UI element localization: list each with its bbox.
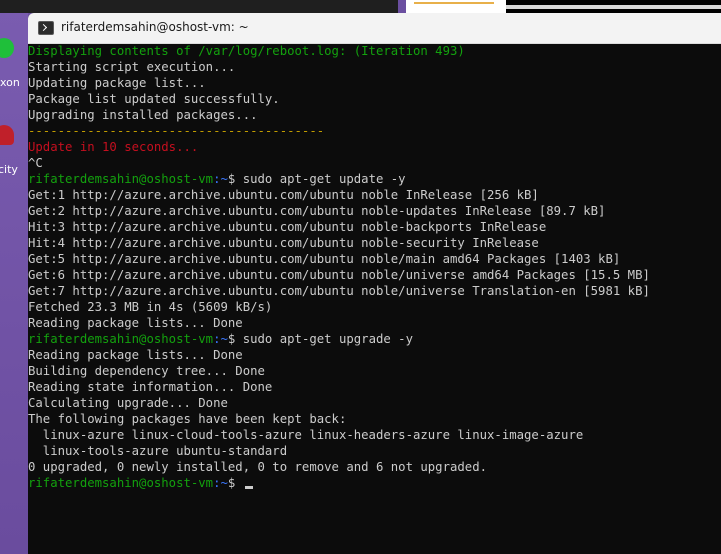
background-band <box>506 5 721 9</box>
output-line: ^C <box>28 156 43 170</box>
background-segment <box>406 0 506 13</box>
output-line: Hit:3 http://azure.archive.ubuntu.com/ub… <box>28 220 547 234</box>
background-highlight <box>414 2 494 4</box>
prompt-user: rifaterdemsahin@oshost-vm <box>28 332 214 346</box>
prompt-path: :~ <box>213 172 228 186</box>
output-line: Starting script execution... <box>28 60 236 74</box>
output-line: Get:6 http://azure.archive.ubuntu.com/ub… <box>28 268 650 282</box>
desktop-shortcut-label: city <box>0 163 18 176</box>
output-line: Reading package lists... Done <box>28 316 243 330</box>
background-segment <box>398 0 406 13</box>
output-line: Updating package list... <box>28 76 206 90</box>
output-line: ---------------------------------------- <box>28 124 325 138</box>
output-line: Building dependency tree... Done <box>28 364 265 378</box>
prompt-path: :~ <box>213 332 228 346</box>
command-text: $ sudo apt-get upgrade -y <box>227 332 413 346</box>
output-line: Fetched 23.3 MB in 4s (5609 kB/s) <box>28 300 273 314</box>
prompt-user: rifaterdemsahin@oshost-vm <box>28 172 214 186</box>
output-line: linux-azure linux-cloud-tools-azure linu… <box>28 428 584 442</box>
command-text: $ sudo apt-get update -y <box>227 172 406 186</box>
prompt-path: :~ <box>213 476 228 490</box>
text-cursor <box>244 486 253 489</box>
app-green-icon <box>0 38 14 58</box>
output-line: Get:2 http://azure.archive.ubuntu.com/ub… <box>28 204 606 218</box>
prompt-line: rifaterdemsahin@oshost-vm:~$ sudo apt-ge… <box>28 171 406 187</box>
desktop-background: xon city <box>0 0 28 554</box>
command-text: $ <box>227 476 243 490</box>
output-line: Get:1 http://azure.archive.ubuntu.com/ub… <box>28 188 539 202</box>
output-line: Reading state information... Done <box>28 380 273 394</box>
output-line: 0 upgraded, 0 newly installed, 0 to remo… <box>28 460 488 474</box>
output-line: Update in 10 seconds... <box>28 140 199 154</box>
output-line: Reading package lists... Done <box>28 348 243 362</box>
output-line: Hit:4 http://azure.archive.ubuntu.com/ub… <box>28 236 539 250</box>
headphones-icon <box>0 125 14 145</box>
background-segment <box>506 0 721 13</box>
output-line: linux-tools-azure ubuntu-standard <box>28 444 288 458</box>
output-line: Package list updated successfully. <box>28 92 280 106</box>
output-line: The following packages have been kept ba… <box>28 412 347 426</box>
window-title: rifaterdemsahin@oshost-vm: ~ <box>61 20 249 34</box>
output-line: Get:5 http://azure.archive.ubuntu.com/ub… <box>28 252 621 266</box>
prompt-line: rifaterdemsahin@oshost-vm:~$ sudo apt-ge… <box>28 331 413 347</box>
desktop-shortcut-label: xon <box>0 76 20 89</box>
output-line: Calculating upgrade... Done <box>28 396 228 410</box>
terminal-output[interactable]: Displaying contents of /var/log/reboot.l… <box>28 44 721 554</box>
prompt-user: rifaterdemsahin@oshost-vm <box>28 476 214 490</box>
output-line: Displaying contents of /var/log/reboot.l… <box>28 44 465 58</box>
background-window-strip <box>0 0 721 13</box>
window-titlebar[interactable]: rifaterdemsahin@oshost-vm: ~ <box>28 13 721 44</box>
terminal-icon <box>38 21 54 35</box>
output-line: Upgrading installed packages... <box>28 108 258 122</box>
prompt-line: rifaterdemsahin@oshost-vm:~$ <box>28 475 253 491</box>
output-line: Get:7 http://azure.archive.ubuntu.com/ub… <box>28 284 650 298</box>
terminal-window[interactable]: rifaterdemsahin@oshost-vm: ~ Displaying … <box>28 13 721 554</box>
